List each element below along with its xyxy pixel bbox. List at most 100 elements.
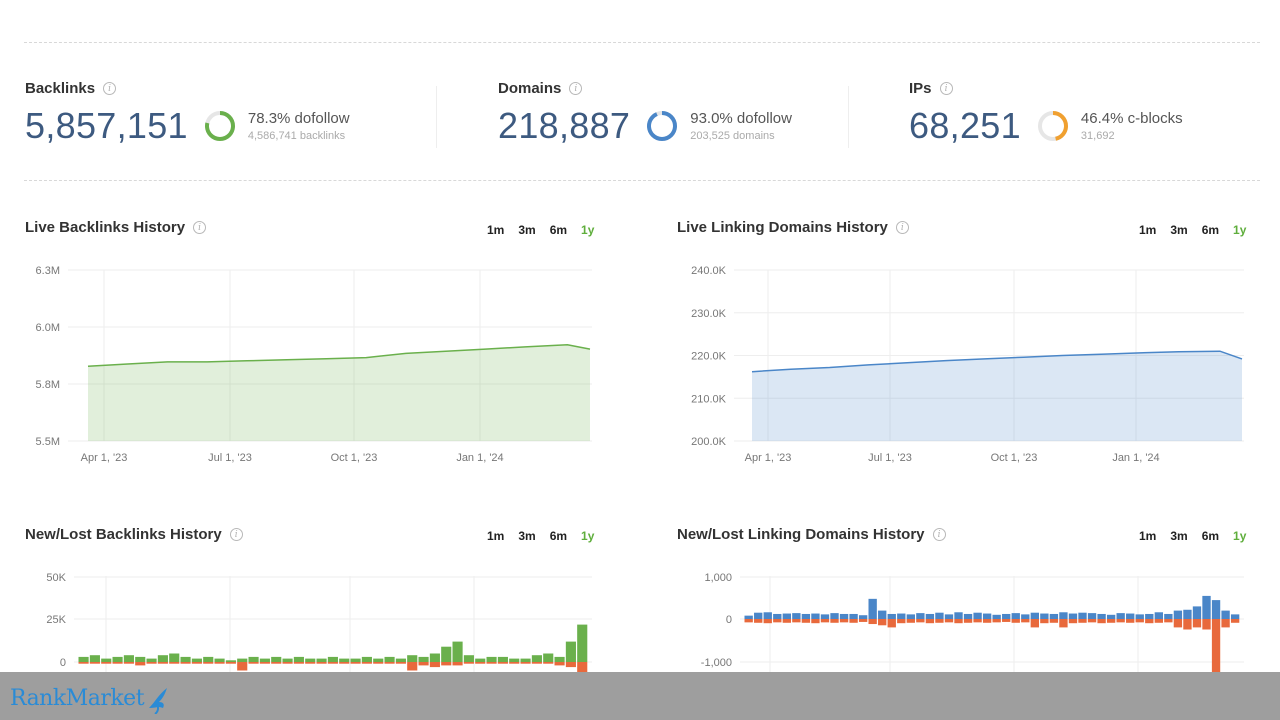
bar-lost [1011,619,1020,623]
bar-lost [407,662,418,671]
bar-new [1087,613,1097,619]
panel-title-live-domains: Live Linking Domains History i [677,219,909,236]
bar-new [1202,595,1211,619]
range-3m[interactable]: 3m [1170,223,1187,237]
x-tick-label: Oct 1, '23 [331,452,378,464]
bar-lost [135,662,146,666]
bar-new [754,612,763,619]
range-1y[interactable]: 1y [1233,223,1246,237]
bar-lost [963,619,973,623]
bar-new [1097,613,1106,619]
stats-divider [24,180,1260,181]
range-1m[interactable]: 1m [1139,529,1156,543]
bar-lost [271,662,282,664]
bar-lost [1154,619,1163,623]
panel-title-text: Live Linking Domains History [677,219,888,236]
range-3m[interactable]: 3m [1170,529,1187,543]
x-tick-label: Oct 1, '23 [991,452,1038,464]
bar-lost [441,662,452,666]
ring-fill [647,111,678,141]
range-6m[interactable]: 6m [550,223,567,237]
bar-lost [944,619,954,623]
range-1y[interactable]: 1y [1233,529,1246,543]
y-tick-label: 0 [60,657,66,669]
bar-lost [935,619,944,623]
bar-lost [520,662,531,664]
info-icon[interactable]: i [895,221,909,234]
bar-new [1021,614,1030,619]
range-6m[interactable]: 6m [1202,529,1219,543]
bar-new [339,658,350,662]
range-1y[interactable]: 1y [581,223,594,237]
x-tick-label: Apr 1, '23 [745,452,792,464]
bar-lost [384,662,395,664]
panel-title-text: New/Lost Linking Domains History [677,526,925,543]
bar-lost [811,619,820,624]
bar-new [1068,613,1078,619]
bar-new [763,612,772,619]
range-3m[interactable]: 3m [518,223,535,237]
bar-new [1059,612,1068,619]
bar-lost [463,662,474,664]
bar-new [897,613,906,619]
bar-lost [418,662,429,666]
bar-lost [1078,619,1087,623]
bar-new [429,653,440,662]
bar-lost [839,619,849,623]
live-domains-chart[interactable]: 240.0K 230.0K 220.0K 210.0K 200.0K Apr 1, '23… [676,258,1256,473]
info-icon[interactable]: i [103,82,117,95]
range-1y[interactable]: 1y [581,529,594,543]
bar-new [89,655,100,662]
bar-lost [203,662,214,664]
bar-lost [1145,619,1154,624]
bar-lost [282,662,293,664]
domains-dofollow-ring-icon [647,111,678,141]
bar-lost [112,662,123,664]
bar-new [944,614,954,619]
bar-lost [395,662,406,664]
range-1m[interactable]: 1m [487,529,504,543]
info-icon[interactable]: i [932,528,946,541]
live-backlinks-chart[interactable]: 6.3M 6.0M 5.8M 5.5M Apr 1, '23 Jul 1, '23 Oct … [24,258,604,473]
footer-bar: RankMarket [0,672,1280,720]
range-selector-newlost-domains: 1m 3m 6m 1y [1139,529,1246,543]
bar-lost [180,662,191,664]
bar-new [1145,613,1154,619]
bar-lost [868,619,877,625]
bar-lost [305,662,316,664]
bar-lost [849,619,858,623]
bar-new [452,641,463,662]
range-1m[interactable]: 1m [487,223,504,237]
bar-new [259,658,270,662]
bar-new [868,598,877,619]
bar-lost [1068,619,1078,624]
range-3m[interactable]: 3m [518,529,535,543]
info-icon[interactable]: i [229,528,243,541]
bar-lost [973,619,982,623]
bar-lost [1040,619,1049,624]
bar-new [203,656,214,662]
bar-new [135,656,146,662]
bar-lost [1116,619,1125,623]
bar-lost [543,662,554,664]
info-icon[interactable]: i [193,221,207,234]
info-icon[interactable]: i [939,82,953,95]
range-1m[interactable]: 1m [1139,223,1156,237]
bar-new [577,624,588,662]
bar-new [565,641,576,662]
range-6m[interactable]: 6m [1202,223,1219,237]
bar-new [248,656,259,662]
bar-new [554,656,565,662]
bar-lost [773,619,782,623]
bar-lost [1221,619,1230,628]
domains-pct: 93.0% dofollow [690,110,792,127]
bar-lost [830,619,839,623]
info-icon[interactable]: i [569,82,583,95]
bar-new [509,658,520,662]
bar-lost [565,662,576,668]
y-tick-label: -1,000 [701,657,732,669]
bar-lost [169,662,180,664]
bar-new [475,658,486,662]
bar-new [441,646,452,662]
range-6m[interactable]: 6m [550,529,567,543]
